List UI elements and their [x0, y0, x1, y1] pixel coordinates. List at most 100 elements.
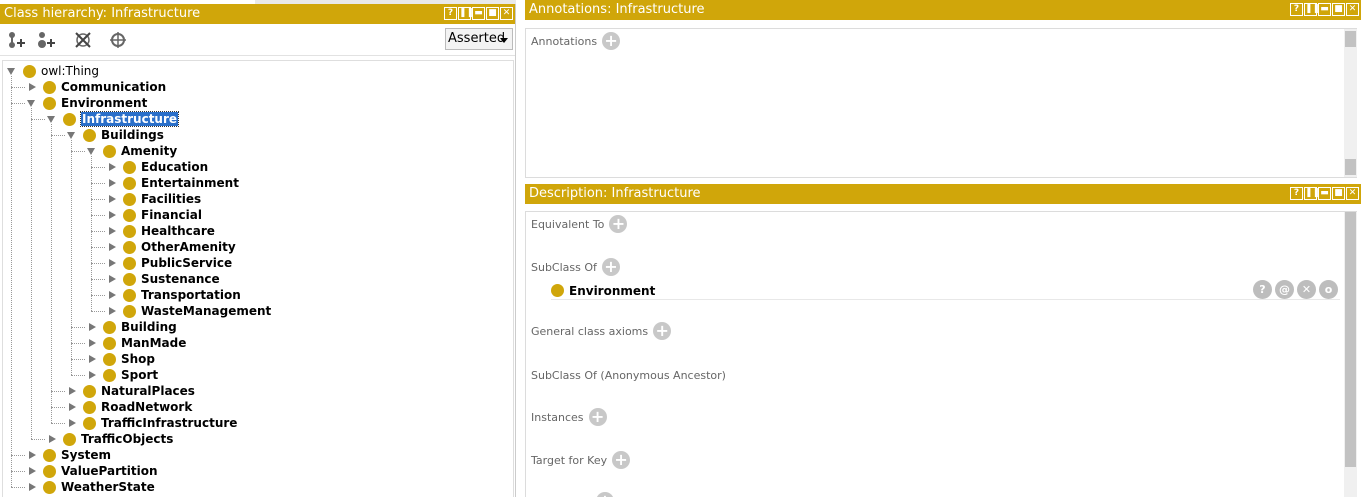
tree-node-label[interactable]: RoadNetwork: [101, 400, 192, 414]
split-icon[interactable]: ❚❚: [458, 7, 474, 20]
tree-node-label[interactable]: ValuePartition: [61, 464, 158, 478]
collapsed-toggle-icon[interactable]: [29, 451, 36, 459]
tree-node[interactable]: OtherAmenity: [107, 239, 236, 255]
collapsed-toggle-icon[interactable]: [89, 323, 96, 331]
maximize-icon[interactable]: ■: [1332, 3, 1345, 16]
annotations-scrollbar[interactable]: [1344, 29, 1357, 177]
tree-node[interactable]: Education: [107, 159, 208, 175]
annotate-button[interactable]: @: [1275, 280, 1294, 299]
delete-class-icon[interactable]: [73, 31, 93, 49]
tree-node-label[interactable]: PublicService: [141, 256, 232, 270]
tree-node[interactable]: ManMade: [87, 335, 186, 351]
tree-node-label[interactable]: Infrastructure: [79, 111, 180, 127]
tree-node[interactable]: Buildings: [67, 127, 164, 143]
add-annotation-button[interactable]: +: [602, 32, 621, 50]
add-subclass-icon[interactable]: [6, 31, 26, 49]
collapsed-toggle-icon[interactable]: [109, 227, 116, 235]
tree-node[interactable]: Environment: [27, 95, 147, 111]
add-sibling-icon[interactable]: [36, 31, 56, 49]
add-instance-button[interactable]: +: [588, 408, 607, 426]
class-tree[interactable]: owl:Thing Communication Environment Infrast…: [2, 60, 514, 497]
help-icon[interactable]: ?: [1290, 3, 1303, 16]
tree-node[interactable]: Infrastructure: [47, 111, 180, 127]
help-icon[interactable]: ?: [1290, 187, 1303, 200]
tree-node[interactable]: Financial: [107, 207, 202, 223]
tree-node-label[interactable]: Sport: [121, 368, 158, 382]
tree-node[interactable]: TrafficObjects: [47, 431, 173, 447]
tree-node[interactable]: ValuePartition: [27, 463, 158, 479]
tree-node-label[interactable]: owl:Thing: [41, 64, 99, 78]
collapsed-toggle-icon[interactable]: [29, 483, 36, 491]
collapsed-toggle-icon[interactable]: [109, 243, 116, 251]
collapsed-toggle-icon[interactable]: [69, 403, 76, 411]
add-general-axiom-button[interactable]: +: [653, 322, 672, 340]
tree-node[interactable]: Healthcare: [107, 223, 215, 239]
tree-node[interactable]: Communication: [27, 79, 166, 95]
expanded-toggle-icon[interactable]: [7, 67, 15, 75]
scroll-thumb[interactable]: [1345, 212, 1356, 467]
tree-node-label[interactable]: Education: [141, 160, 208, 174]
tree-node-label[interactable]: NaturalPlaces: [101, 384, 195, 398]
collapsed-toggle-icon[interactable]: [109, 163, 116, 171]
scroll-thumb-bottom[interactable]: [1345, 159, 1356, 175]
close-icon[interactable]: ✕: [500, 7, 513, 20]
tree-node-label[interactable]: Environment: [61, 96, 147, 110]
tree-node[interactable]: PublicService: [107, 255, 232, 271]
tree-node-label[interactable]: Entertainment: [141, 176, 239, 190]
minimize-icon[interactable]: ▬: [1318, 187, 1331, 200]
expanded-toggle-icon[interactable]: [27, 99, 35, 107]
expanded-toggle-icon[interactable]: [87, 147, 95, 155]
tree-node[interactable]: Building: [87, 319, 177, 335]
tree-node[interactable]: WeatherState: [27, 479, 155, 495]
collapsed-toggle-icon[interactable]: [109, 259, 116, 267]
add-more-button[interactable]: +: [596, 492, 614, 497]
tree-node-label[interactable]: Transportation: [141, 288, 241, 302]
delete-entry-button[interactable]: ✕: [1297, 280, 1316, 299]
tree-node-label[interactable]: Financial: [141, 208, 202, 222]
tree-node[interactable]: System: [27, 447, 111, 463]
minimize-icon[interactable]: ▬: [472, 7, 485, 20]
maximize-icon[interactable]: ■: [1332, 187, 1345, 200]
tree-node[interactable]: Sport: [87, 367, 158, 383]
tree-node[interactable]: Facilities: [107, 191, 201, 207]
tree-node-label[interactable]: Sustenance: [141, 272, 220, 286]
collapsed-toggle-icon[interactable]: [109, 195, 116, 203]
close-icon[interactable]: ✕: [1346, 187, 1359, 200]
minimize-icon[interactable]: ▬: [1318, 3, 1331, 16]
tree-node[interactable]: Transportation: [107, 287, 241, 303]
close-icon[interactable]: ✕: [1346, 3, 1359, 16]
tree-node-label[interactable]: Buildings: [101, 128, 164, 142]
tree-node-label[interactable]: OtherAmenity: [141, 240, 236, 254]
tree-node-label[interactable]: WasteManagement: [141, 304, 271, 318]
tree-node-label[interactable]: TrafficObjects: [81, 432, 173, 446]
subclass-entry-row[interactable]: Environment: [551, 282, 1340, 300]
tree-node[interactable]: Sustenance: [107, 271, 220, 287]
collapsed-toggle-icon[interactable]: [29, 467, 36, 475]
tree-node-label[interactable]: TrafficInfrastructure: [101, 416, 237, 430]
tree-node[interactable]: TrafficInfrastructure: [67, 415, 237, 431]
split-icon[interactable]: ❚❚: [1304, 3, 1320, 16]
expanded-toggle-icon[interactable]: [47, 115, 55, 123]
tree-node[interactable]: Amenity: [87, 143, 177, 159]
collapsed-toggle-icon[interactable]: [89, 355, 96, 363]
collapsed-toggle-icon[interactable]: [109, 211, 116, 219]
collapsed-toggle-icon[interactable]: [109, 179, 116, 187]
add-key-button[interactable]: +: [612, 451, 631, 469]
description-scrollbar[interactable]: [1344, 212, 1357, 497]
tree-node[interactable]: RoadNetwork: [67, 399, 192, 415]
target-icon[interactable]: [108, 31, 128, 49]
collapsed-toggle-icon[interactable]: [89, 371, 96, 379]
split-icon[interactable]: ❚❚: [1304, 187, 1320, 200]
collapsed-toggle-icon[interactable]: [29, 83, 36, 91]
tree-node-label[interactable]: Building: [121, 320, 177, 334]
tree-node[interactable]: NaturalPlaces: [67, 383, 195, 399]
collapsed-toggle-icon[interactable]: [109, 275, 116, 283]
tree-node-label[interactable]: Shop: [121, 352, 155, 366]
edit-entry-button[interactable]: o: [1319, 280, 1338, 299]
hierarchy-mode-dropdown[interactable]: Asserted: [445, 28, 513, 50]
help-icon[interactable]: ?: [444, 7, 457, 20]
tree-node-label[interactable]: Healthcare: [141, 224, 215, 238]
collapsed-toggle-icon[interactable]: [109, 307, 116, 315]
tree-node-label[interactable]: WeatherState: [61, 480, 155, 494]
collapsed-toggle-icon[interactable]: [69, 419, 76, 427]
